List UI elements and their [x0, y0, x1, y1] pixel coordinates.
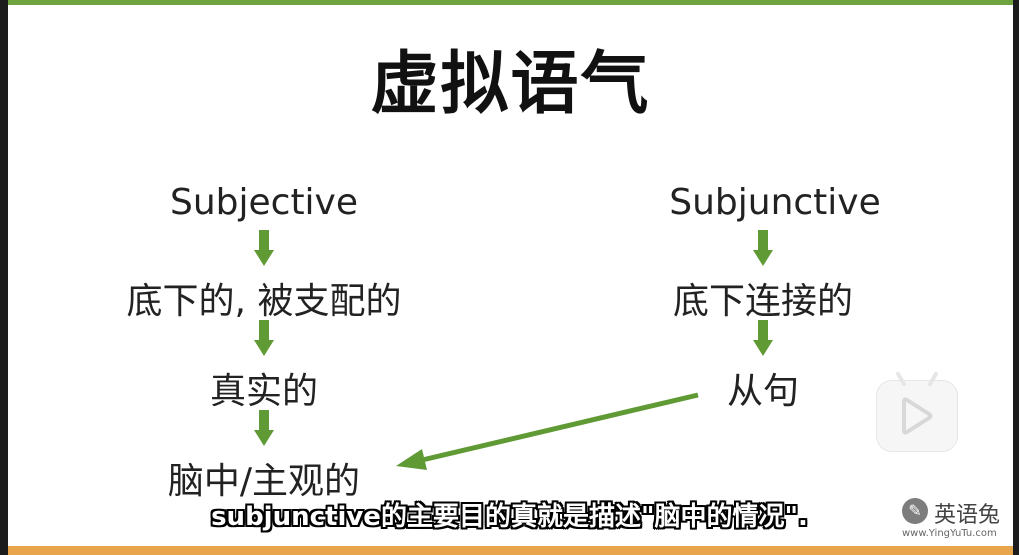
play-icon [902, 397, 933, 435]
slide: 虚拟语气 Subjective 底下的, 被支配的 真实的 脑中/主观的 Sub… [8, 0, 1013, 555]
video-subtitle: subjunctive的主要目的真就是描述"脑中的情况". [211, 502, 808, 532]
watermark: ✎ 英语兔 www.YingYuTu.com [902, 498, 1012, 546]
bottom-accent-bar [8, 546, 1013, 555]
watermark-url: www.YingYuTu.com [902, 528, 997, 539]
diagonal-arrow-icon [396, 392, 699, 470]
watermark-name: 英语兔 [934, 503, 1001, 528]
rabbit-logo-icon: ✎ [902, 498, 928, 524]
play-button[interactable] [876, 371, 958, 452]
